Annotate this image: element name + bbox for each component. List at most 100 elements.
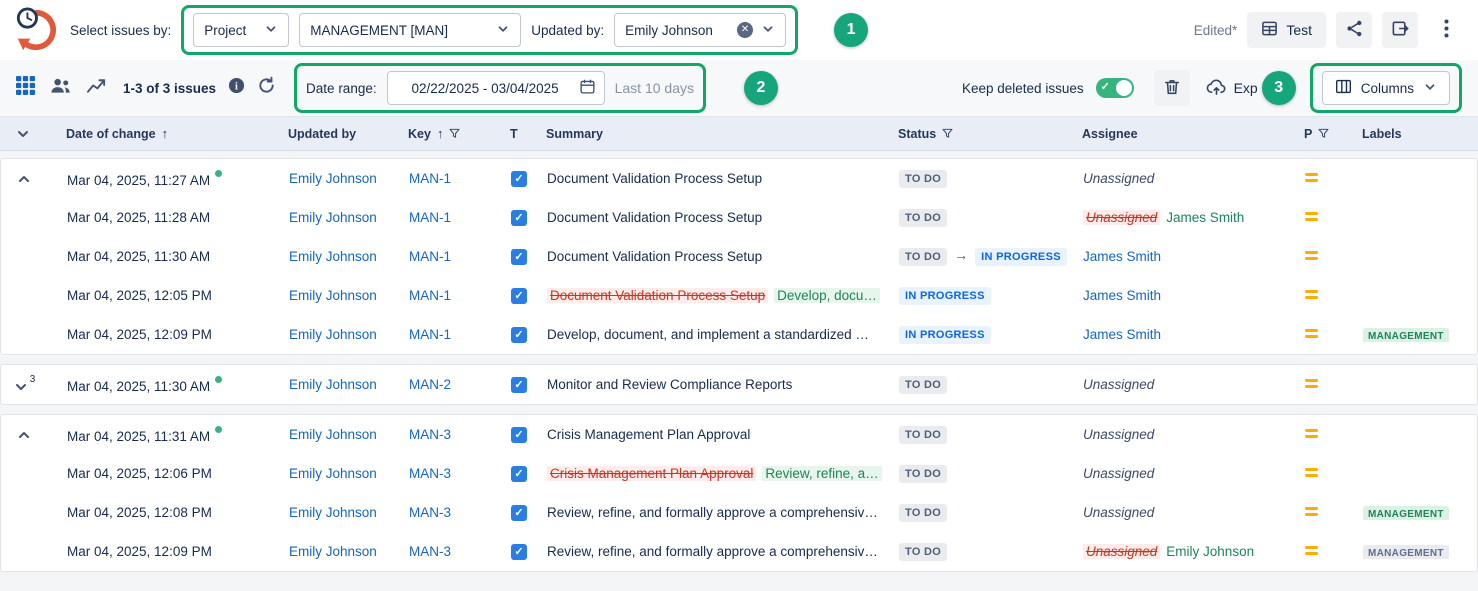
sort-ascending-icon[interactable]: ↑ [162,126,169,141]
issue-key-link[interactable]: MAN-3 [409,427,451,442]
annotation-badge-3: 3 [1262,71,1296,105]
export-button[interactable]: Exp [1202,70,1262,106]
keep-deleted-toggle[interactable]: ✓ [1096,78,1134,98]
filter-icon[interactable] [1318,128,1329,139]
table-row[interactable]: Mar 04, 2025, 11:31 AM Emily Johnson MAN-3… [1,415,1477,454]
assignee-link[interactable]: James Smith [1083,249,1161,264]
select-issues-by-dropdown[interactable]: Project [193,13,289,47]
status-badge-todo: TO DO [899,170,947,188]
issue-key-link[interactable]: MAN-3 [409,466,451,481]
status-badge-todo: TO DO [899,426,947,444]
updated-by-link[interactable]: Emily Johnson [289,171,377,186]
summary-normal: Document Validation Process Setup [547,210,762,225]
updated-by-link[interactable]: Emily Johnson [289,327,377,342]
issue-key-link[interactable]: MAN-1 [409,210,451,225]
issue-key-link[interactable]: MAN-1 [409,249,451,264]
summary-added: Review, refine, a… [762,466,881,481]
cloud-export-icon [1206,77,1227,99]
clear-filter-icon[interactable]: ✕ [737,22,753,38]
issue-group: Mar 04, 2025, 11:27 AMEmily JohnsonMAN-1… [0,158,1478,355]
priority-medium-icon [1305,209,1318,224]
table-row[interactable]: Mar 04, 2025, 12:09 PMEmily JohnsonMAN-1… [1,315,1477,354]
label-chip: MANAGEMENT [1363,545,1449,559]
updated-by-link[interactable]: Emily Johnson [289,377,377,392]
priority-medium-icon [1305,465,1318,480]
issue-key-link[interactable]: MAN-3 [409,544,451,559]
table-row[interactable]: Mar 04, 2025, 11:28 AM Emily Johnson MAN-1… [1,198,1477,237]
updated-by-link[interactable]: Emily Johnson [289,466,377,481]
expand-all-icon[interactable] [15,126,31,142]
column-header-label: P [1304,127,1312,141]
test-button[interactable]: Test [1247,12,1326,48]
task-type-icon: ✓ [511,327,527,343]
priority-cell [1289,209,1347,227]
priority-medium-icon [1305,248,1318,263]
updated-by-link[interactable]: Emily Johnson [289,288,377,303]
status-badge-inprogress: IN PROGRESS [899,287,991,305]
select-issues-by-label: Select issues by: [70,23,171,38]
sort-ascending-icon[interactable]: ↑ [437,126,444,141]
chevron-down-icon [496,22,510,39]
filter-icon[interactable] [942,128,953,139]
date-range-input[interactable]: 02/22/2025 - 03/04/2025 [387,71,605,105]
column-header-summary: Summary [530,127,882,141]
column-header-status: Status [882,127,1066,141]
updated-by-link[interactable]: Emily Johnson [289,210,377,225]
table-row[interactable]: Mar 04, 2025, 12:05 PM Emily Johnson MAN-1… [1,276,1477,315]
updated-by-link[interactable]: Emily Johnson [289,544,377,559]
filter-icon[interactable] [449,128,460,139]
new-change-dot [215,426,222,433]
table-row[interactable]: Mar 04, 2025, 11:27 AMEmily JohnsonMAN-1… [1,159,1477,198]
people-view-icon[interactable] [50,76,71,100]
date-of-change-value: Mar 04, 2025, 12:05 PM [67,288,212,303]
issue-key-link[interactable]: MAN-1 [409,288,451,303]
issue-key-link[interactable]: MAN-3 [409,505,451,520]
expand-group-icon[interactable] [13,379,29,395]
collapse-group-icon[interactable] [16,171,32,187]
columns-button[interactable]: Columns [1322,71,1450,105]
toggle-knob [1116,80,1132,96]
trash-icon [1163,78,1181,99]
labels-cell: MANAGEMENT [1347,544,1477,559]
date-range-hint: Last 10 days [615,80,694,96]
calendar-icon[interactable] [579,78,596,98]
chart-view-icon[interactable] [86,76,107,100]
issue-key-link[interactable]: MAN-2 [409,377,451,392]
project-value-dropdown[interactable]: MANAGEMENT [MAN] [299,13,521,47]
grid-view-icon[interactable] [16,76,35,100]
assignee-link[interactable]: James Smith [1083,288,1161,303]
issue-type-cell: ✓ [495,170,531,187]
annotation-box-2: Date range: 02/22/2025 - 03/04/2025 Last… [294,63,706,113]
summary-cell: Document Validation Process Setup [531,171,883,186]
date-of-change-value: Mar 04, 2025, 11:28 AM [67,210,210,225]
delete-button[interactable] [1154,70,1190,106]
refresh-icon[interactable] [257,76,276,100]
issue-key-link[interactable]: MAN-1 [409,171,451,186]
priority-cell [1289,170,1347,188]
updated-by-link[interactable]: Emily Johnson [289,427,377,442]
collapse-group-icon[interactable] [16,427,32,443]
table-row[interactable]: Mar 04, 2025, 11:30 AMEmily JohnsonMAN-1… [1,237,1477,276]
updated-by-dropdown[interactable]: Emily Johnson ✕ [614,13,786,47]
table-row[interactable]: 3Mar 04, 2025, 11:30 AMEmily JohnsonMAN-… [1,365,1477,404]
issue-type-cell: ✓ [495,287,531,304]
more-menu-button[interactable] [1428,12,1464,48]
summary-removed: Document Validation Process Setup [547,288,768,303]
export-report-button[interactable] [1382,12,1418,48]
assignee-cell: Unassigned [1067,171,1289,186]
table-header-row: Date of change↑Updated byKey↑TSummarySta… [0,116,1478,151]
info-icon[interactable]: i [228,77,245,99]
table-row[interactable]: Mar 04, 2025, 12:06 PMEmily JohnsonMAN-3… [1,454,1477,493]
updated-by-link[interactable]: Emily Johnson [289,505,377,520]
task-type-icon: ✓ [511,171,527,187]
assignee-link[interactable]: James Smith [1083,327,1161,342]
issue-key-link[interactable]: MAN-1 [409,327,451,342]
table-row[interactable]: Mar 04, 2025, 12:08 PMEmily JohnsonMAN-3… [1,493,1477,532]
new-change-dot [215,376,222,383]
share-button[interactable] [1336,12,1372,48]
updated-by-cell: Emily Johnson [273,544,393,559]
updated-by-label: Updated by: [531,23,604,38]
table-row[interactable]: Mar 04, 2025, 12:09 PMEmily JohnsonMAN-3… [1,532,1477,571]
date-of-change-value: Mar 04, 2025, 11:31 AM [67,429,210,444]
updated-by-link[interactable]: Emily Johnson [289,249,377,264]
